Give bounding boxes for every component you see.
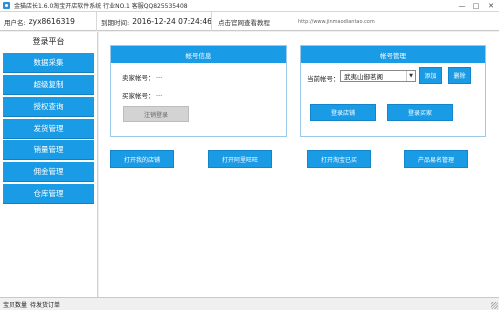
sidebar-item-super-copy[interactable]: 超级复制: [3, 75, 94, 95]
sidebar-item-shipping[interactable]: 发货管理: [3, 119, 94, 139]
sidebar-item-sales[interactable]: 销量管理: [3, 140, 94, 160]
minimize-button[interactable]: —: [455, 0, 469, 12]
user-label: 用户名:: [4, 18, 26, 27]
delete-account-button[interactable]: 删除: [448, 67, 471, 84]
expire-date-value: 2016-12-24 07:24:46: [132, 17, 212, 26]
expire-label: 到期时间:: [101, 18, 130, 27]
current-account-value: 武夷山御茗阁: [344, 73, 383, 81]
website-url-text[interactable]: http://www.jinmaodiantao.com: [298, 19, 375, 25]
website-hint[interactable]: 点击官网查看教程: [218, 17, 270, 27]
open-my-shop-button[interactable]: 打开我的店铺: [110, 150, 174, 168]
info-bar: 用户名: zyx8616319 到期时间: 2016-12-24 07:24:4…: [0, 12, 499, 31]
website-link[interactable]: 点击官网查看教程: [218, 12, 270, 31]
app-logo-icon: [3, 2, 10, 9]
add-account-button[interactable]: 添加: [419, 67, 442, 84]
chevron-down-icon[interactable]: ▼: [406, 71, 415, 81]
sidebar-item-auth-query[interactable]: 授权查询: [3, 97, 94, 117]
current-account-select[interactable]: 武夷山御茗阁 ▼: [340, 70, 416, 82]
close-button[interactable]: ✕: [483, 0, 499, 12]
login-buyer-button[interactable]: 登录买家: [387, 104, 453, 121]
user-info: 用户名: zyx8616319: [4, 12, 75, 31]
window-title: 金猫店长1.6.0淘宝开店软件系统 行业NO.1 客服QQ825535408: [14, 3, 188, 10]
logout-button[interactable]: 注销登录: [123, 106, 189, 122]
open-taobao-bought-button[interactable]: 打开淘宝已买: [307, 150, 371, 168]
window-controls: — □ ✕: [455, 0, 499, 12]
status-item-product-count: 宝贝数量: [3, 301, 28, 309]
buyer-account-label: 买家帐号：: [122, 92, 155, 100]
buyer-account-value: ...: [156, 90, 163, 98]
sidebar: 登录平台 数据采集 超级复制 授权查询 发货管理 销量管理 佣金管理 仓库管理: [0, 32, 98, 297]
account-manage-title: 帐号管理: [301, 46, 485, 63]
info-divider: [96, 12, 97, 31]
sidebar-title: 登录平台: [32, 37, 65, 46]
seller-account-value: ...: [156, 72, 163, 80]
maximize-button[interactable]: □: [469, 0, 483, 12]
status-item-pending-orders: 待发货订单: [30, 301, 61, 309]
account-info-panel: 帐号信息 卖家帐号： ... 买家帐号： ... 注销登录: [110, 45, 287, 137]
window-titlebar: 金猫店长1.6.0淘宝开店软件系统 行业NO.1 客服QQ825535408 —…: [0, 0, 499, 12]
sidebar-item-commission[interactable]: 佣金管理: [3, 162, 94, 182]
open-aliwangwang-button[interactable]: 打开阿里旺旺: [208, 150, 272, 168]
expire-info: 到期时间: 2016-12-24 07:24:46: [101, 12, 212, 31]
current-account-label: 当前帐号：: [307, 75, 340, 83]
sidebar-item-data-collect[interactable]: 数据采集: [3, 53, 94, 73]
product-title-management-button[interactable]: 产品易名管理: [404, 150, 468, 168]
website-url[interactable]: http://www.jinmaodiantao.com: [298, 12, 375, 31]
account-manage-panel: 帐号管理 当前帐号： 武夷山御茗阁 ▼ 添加 删除 登录店铺 登录买家: [300, 45, 486, 137]
resize-grip[interactable]: [491, 302, 498, 309]
user-name-value: zyx8616319: [28, 17, 75, 26]
main-content: 帐号信息 卖家帐号： ... 买家帐号： ... 注销登录 帐号管理 当前帐号：…: [99, 32, 499, 297]
sidebar-item-warehouse[interactable]: 仓库管理: [3, 184, 94, 204]
account-info-title: 帐号信息: [111, 46, 286, 63]
status-bar: 宝贝数量 待发货订单: [0, 297, 499, 310]
login-shop-button[interactable]: 登录店铺: [310, 104, 376, 121]
info-divider: [211, 12, 212, 31]
seller-account-label: 卖家帐号：: [122, 74, 155, 82]
